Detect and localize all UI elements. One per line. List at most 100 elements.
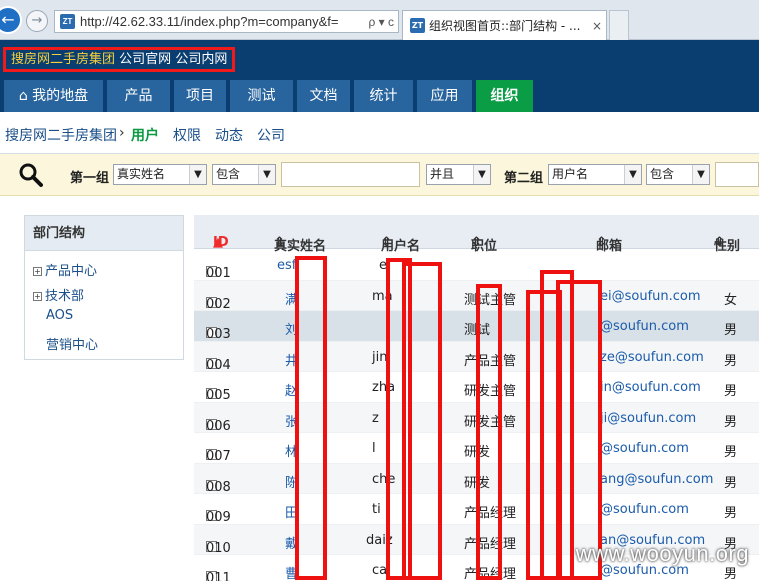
row-email[interactable]: ei@soufun.com — [600, 289, 701, 304]
row-username: l — [372, 441, 376, 456]
row-gender: 男 — [724, 475, 738, 491]
redaction-username-b — [402, 262, 442, 580]
row-email[interactable]: ji@soufun.com — [600, 411, 696, 426]
tab-doc[interactable]: 文档 — [297, 80, 350, 112]
search-filter-bar: 第一组 真实姓名 ▼ 包含 ▼ 并且 ▼ 第二组 用户名 ▼ 包含 ▼ — [0, 154, 759, 196]
tab-product[interactable]: 产品 — [107, 80, 170, 112]
group1-value-input[interactable] — [281, 162, 420, 187]
sort-icon: ⇕ — [596, 235, 607, 250]
row-id: 003 — [206, 327, 231, 342]
row-username: ca — [372, 563, 388, 578]
group2-value-input[interactable] — [715, 162, 759, 187]
link-official-site[interactable]: 公司官网 — [119, 52, 171, 67]
subnav-permissions[interactable]: 权限 — [173, 125, 201, 145]
tree-item-label: 技术部 — [45, 289, 85, 304]
select-value: 包含 — [216, 167, 241, 181]
tree-item-product-center[interactable]: + 产品中心 — [33, 260, 97, 279]
table-row[interactable]: 001 esf e — [194, 250, 759, 281]
tab-favicon-icon: ZT — [410, 18, 425, 33]
sort-icon: ⇕ — [471, 235, 482, 250]
new-tab-button[interactable] — [609, 10, 629, 40]
top-header: 搜房网二手房集团 公司官网 公司内网 — [0, 40, 759, 80]
row-gender: 男 — [724, 414, 738, 430]
back-arrow-icon[interactable]: ← — [0, 6, 22, 34]
tab-my-dashboard[interactable]: ⌂ 我的地盘 — [4, 80, 103, 112]
redaction-email-c — [556, 280, 602, 580]
row-id: 008 — [206, 479, 231, 495]
row-realname[interactable]: esf — [277, 258, 296, 273]
tab-stats[interactable]: 统计 — [354, 80, 413, 112]
browser-tab[interactable]: ZT 组织视图首页::部门结构 - ... × — [402, 10, 607, 40]
tab-test[interactable]: 测试 — [230, 80, 293, 112]
chevron-down-icon: ▼ — [624, 165, 641, 184]
sort-icon: ⇕ — [381, 235, 392, 250]
row-email[interactable]: @soufun.com — [600, 441, 689, 456]
subnav-users[interactable]: 用户 — [131, 125, 159, 145]
row-email[interactable]: @soufun.com — [600, 502, 689, 517]
company-name[interactable]: 搜房网二手房集团 — [11, 52, 115, 67]
chevron-down-icon: ▼ — [258, 165, 275, 184]
row-email[interactable]: ze@soufun.com — [600, 350, 704, 365]
row-id: 004 — [206, 357, 231, 373]
row-email[interactable]: @soufun.com — [600, 319, 689, 334]
group1-operator-select[interactable]: 包含 ▼ — [212, 164, 276, 185]
row-gender: 男 — [724, 506, 738, 521]
sort-icon: ⇕ — [714, 235, 725, 250]
tab-close-icon[interactable]: × — [588, 19, 606, 33]
tab-organization[interactable]: 组织 — [476, 80, 533, 112]
select-value: 并且 — [430, 167, 455, 181]
watermark: www.wooyun.org — [575, 541, 749, 566]
link-intranet[interactable]: 公司内网 — [175, 52, 227, 67]
row-username: ti — [372, 502, 381, 517]
group2-operator-select[interactable]: 包含 ▼ — [646, 164, 710, 185]
tab-title: 组织视图首页::部门结构 - ... — [429, 19, 581, 33]
tree-item-aos[interactable]: AOS — [46, 308, 73, 323]
chevron-down-icon: ▼ — [473, 165, 490, 184]
subnav-company[interactable]: 公司 — [257, 125, 285, 145]
table-header: ID ▲ 真实姓名 ⇕ 用户名 ⇕ 职位 ⇕ 邮箱 ⇕ 性别 ⇕ — [194, 215, 759, 254]
tree-item-marketing[interactable]: 营销中心 — [46, 334, 98, 353]
tab-label: 我的地盘 — [32, 88, 89, 104]
browser-chrome: ← → ZT http://42.62.33.11/index.php?m=co… — [0, 0, 759, 40]
breadcrumb-separator: › — [119, 125, 125, 141]
sort-icon: ⇕ — [274, 235, 285, 250]
expand-plus-icon[interactable]: + — [33, 292, 42, 301]
row-email[interactable]: in@soufun.com — [600, 380, 701, 395]
forward-arrow-icon[interactable]: → — [26, 10, 48, 32]
row-gender: 男 — [724, 323, 738, 338]
subnav-activity[interactable]: 动态 — [215, 125, 243, 145]
company-brand-highlight: 搜房网二手房集团 公司官网 公司内网 — [3, 47, 236, 72]
group1-label: 第一组 — [70, 171, 110, 186]
row-id: 011 — [206, 571, 231, 581]
tab-apps[interactable]: 应用 — [417, 80, 472, 112]
expand-plus-icon[interactable]: + — [33, 267, 42, 276]
tab-project[interactable]: 项目 — [174, 80, 226, 112]
site-favicon-icon: ZT — [60, 14, 75, 29]
sub-nav: 搜房网二手房集团 › 用户 权限 动态 公司 — [0, 112, 759, 154]
select-value: 包含 — [650, 167, 675, 181]
group2-field-select[interactable]: 用户名 ▼ — [548, 164, 642, 185]
address-controls[interactable]: ρ ▾ c — [364, 15, 398, 29]
row-id: 009 — [206, 510, 231, 525]
row-id: 010 — [206, 540, 231, 556]
select-value: 真实姓名 — [117, 167, 166, 181]
row-email[interactable]: ang@soufun.com — [600, 472, 713, 487]
address-url[interactable]: http://42.62.33.11/index.php?m=company&f… — [80, 14, 364, 29]
row-gender: 男 — [724, 353, 738, 369]
breadcrumb[interactable]: 搜房网二手房集团 — [5, 125, 117, 145]
department-tree-title: 部门结构 — [25, 216, 183, 251]
department-tree-panel: 部门结构 + 产品中心 + 技术部 AOS 营销中心 — [24, 215, 184, 360]
row-gender: 女 — [724, 292, 738, 308]
tree-item-tech-dept[interactable]: + 技术部 — [33, 285, 84, 304]
group1-field-select[interactable]: 真实姓名 ▼ — [113, 164, 207, 185]
row-id: 006 — [206, 418, 231, 434]
group-connector-select[interactable]: 并且 ▼ — [426, 164, 491, 185]
tree-item-label: 产品中心 — [45, 264, 98, 279]
row-id: 007 — [206, 449, 231, 464]
address-bar[interactable]: ZT http://42.62.33.11/index.php?m=compan… — [54, 10, 399, 33]
row-gender: 男 — [724, 445, 738, 460]
row-id: 002 — [206, 296, 231, 312]
group2-label: 第二组 — [504, 171, 544, 186]
home-icon: ⌂ — [18, 88, 28, 104]
search-icon[interactable] — [18, 162, 44, 188]
